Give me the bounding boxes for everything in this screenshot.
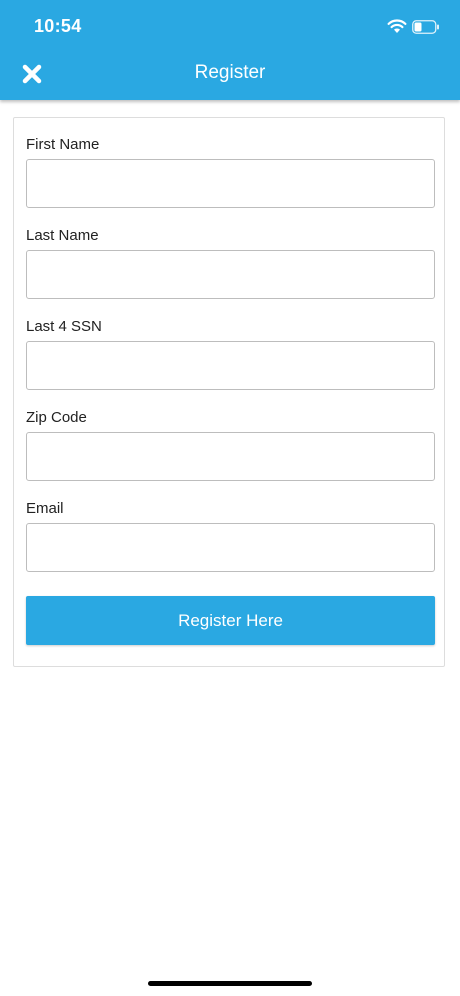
first-name-label: First Name (26, 136, 100, 153)
email-input[interactable] (26, 523, 435, 572)
page-title: Register (194, 62, 266, 83)
battery-icon (412, 20, 439, 34)
app-header: 10:54 Register (0, 0, 460, 100)
first-name-input[interactable] (26, 159, 435, 208)
last-4-ssn-input[interactable] (26, 341, 435, 390)
register-here-button[interactable]: Register Here (26, 596, 435, 645)
last-name-label: Last Name (26, 227, 99, 244)
home-indicator (148, 981, 312, 986)
last-4-ssn-label: Last 4 SSN (26, 318, 102, 335)
zip-code-input[interactable] (26, 432, 435, 481)
email-label: Email (26, 500, 64, 517)
last-name-input[interactable] (26, 250, 435, 299)
zip-code-label: Zip Code (26, 409, 87, 426)
register-form-card: First Name Last Name Last 4 SSN Zip Code… (13, 117, 445, 667)
status-time: 10:54 (34, 16, 82, 36)
wifi-icon (387, 19, 407, 33)
